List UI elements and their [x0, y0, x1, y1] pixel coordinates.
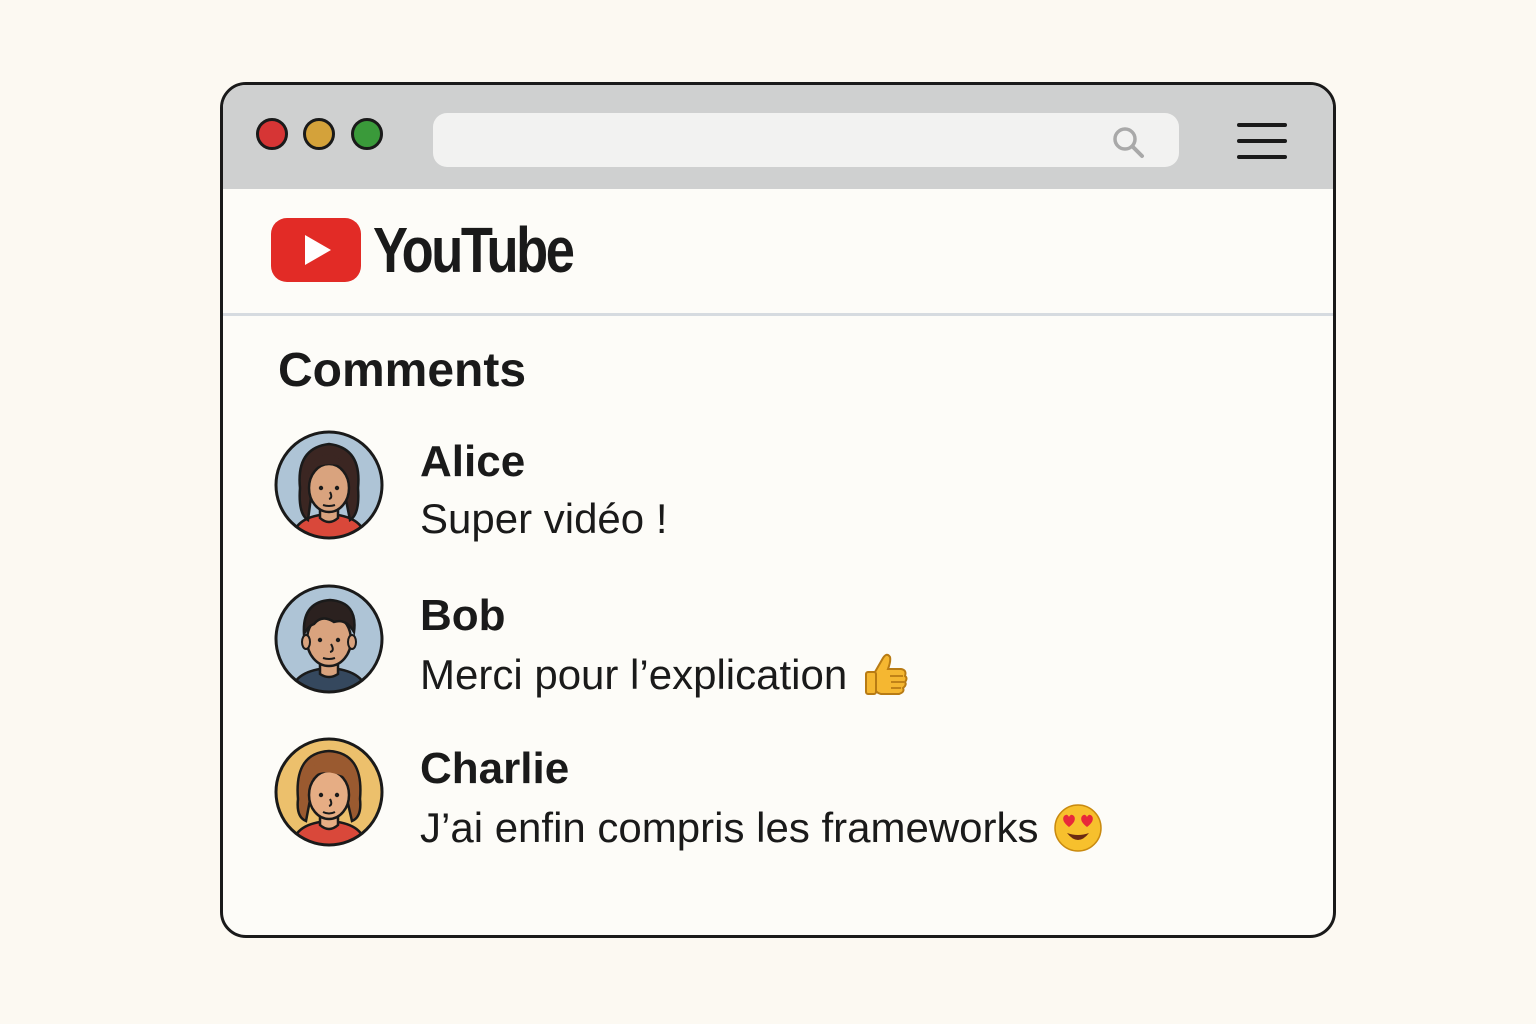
comment-text: Merci pour l’explication: [420, 650, 911, 700]
avatar-charlie[interactable]: [274, 737, 384, 847]
comment-text-content: J’ai enfin compris les frameworks: [420, 803, 1039, 851]
close-window-button[interactable]: [256, 118, 288, 150]
avatar-bob[interactable]: [274, 584, 384, 694]
comments-heading: Comments: [278, 344, 527, 397]
youtube-play-icon: [271, 218, 361, 282]
heart-eyes-emoji-icon: [1053, 804, 1102, 852]
address-bar-input[interactable]: [433, 113, 1179, 167]
avatar-alice[interactable]: [274, 430, 384, 540]
browser-titlebar: [223, 85, 1333, 189]
comment-item: Alice Super vidéo !: [274, 430, 1274, 542]
comment-text-content: Merci pour l’explication: [420, 650, 848, 698]
youtube-logo-text: YouTube: [373, 214, 575, 286]
comment-author[interactable]: Alice: [420, 437, 525, 486]
comment-author[interactable]: Charlie: [420, 744, 569, 793]
comment-text: J’ai enfin compris les frameworks: [420, 803, 1103, 853]
youtube-header: YouTube: [223, 189, 1333, 316]
browser-window: YouTube Comments Alice Super vidéo ! Bob…: [220, 82, 1336, 938]
comment-item: Bob Merci pour l’explication: [274, 584, 1274, 698]
hamburger-menu-icon[interactable]: [1237, 121, 1287, 163]
comment-item: Charlie J’ai enfin compris les framework…: [274, 737, 1274, 852]
comment-text: Super vidéo !: [420, 495, 668, 542]
minimize-window-button[interactable]: [303, 118, 335, 150]
comment-text-content: Super vidéo !: [420, 495, 668, 542]
comment-author[interactable]: Bob: [420, 591, 506, 640]
maximize-window-button[interactable]: [351, 118, 383, 150]
thumbs-up-icon: [865, 653, 908, 695]
youtube-logo[interactable]: YouTube: [271, 217, 616, 283]
search-icon[interactable]: [1111, 125, 1145, 159]
